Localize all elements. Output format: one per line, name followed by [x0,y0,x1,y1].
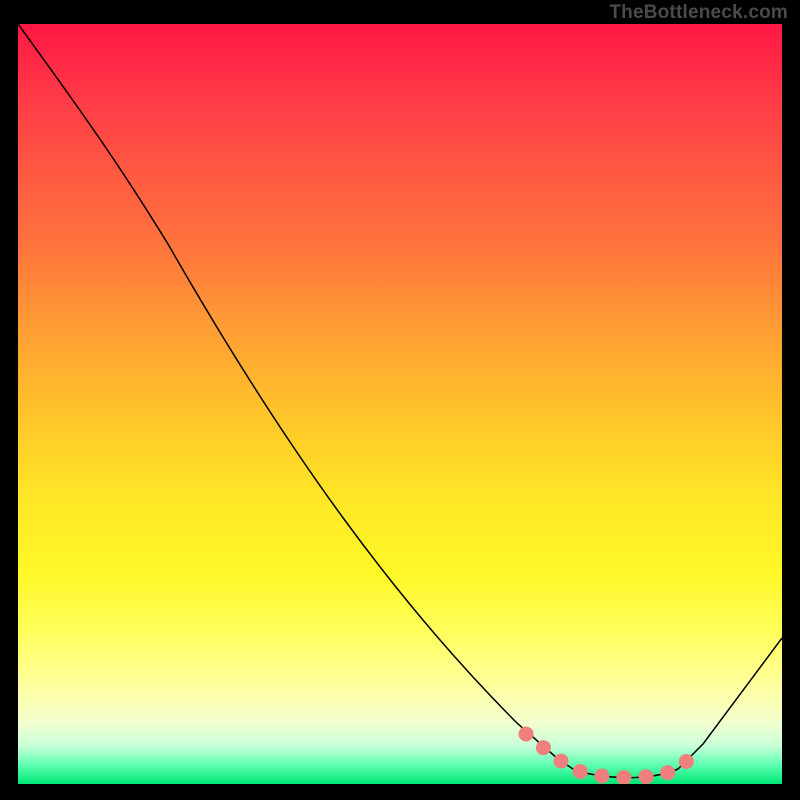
chart-frame: TheBottleneck.com [0,0,800,800]
bottleneck-curve [18,24,782,778]
attribution-text: TheBottleneck.com [609,2,788,24]
plot-area [18,24,782,784]
curve-overlay [18,24,782,784]
highlight-band [526,734,698,778]
